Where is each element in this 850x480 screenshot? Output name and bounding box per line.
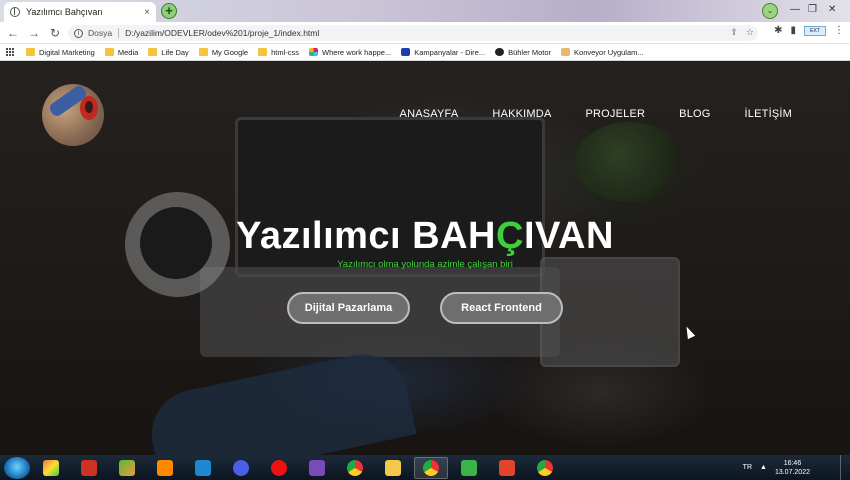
- bookmark-item[interactable]: Digital Marketing: [26, 48, 95, 57]
- restore-button[interactable]: ❐: [808, 4, 817, 15]
- bookmark-item[interactable]: Where work happe...: [309, 48, 391, 57]
- folder-icon: [258, 48, 268, 56]
- slack-icon: [309, 48, 319, 56]
- bookmark-item[interactable]: Media: [104, 48, 138, 57]
- reload-button[interactable]: ↻: [47, 25, 63, 41]
- extensions-icon[interactable]: ✱: [774, 25, 782, 36]
- taskbar-app-git-icon[interactable]: [110, 457, 144, 479]
- taskbar-app-c-icon[interactable]: [224, 457, 258, 479]
- folder-icon: [26, 48, 35, 56]
- url-text[interactable]: D:/yazilim/ODEVLER/odev%201/proje_1/inde…: [125, 28, 319, 38]
- taskbar-app-chrome-icon[interactable]: [528, 457, 562, 479]
- clock-time: 16:46: [783, 459, 802, 467]
- browser-toolbar: ← → ↻ i Dosya D:/yazilim/ODEVLER/odev%20…: [0, 22, 850, 44]
- url-scheme-label: Dosya: [88, 28, 113, 38]
- taskbar-app-chrome-icon[interactable]: [338, 457, 372, 479]
- site-nav: ANASAYFA HAKKIMDA PROJELER BLOG İLETİŞİM: [400, 108, 792, 120]
- divider: [118, 28, 120, 38]
- start-button-icon[interactable]: [4, 456, 30, 479]
- tab-close-button[interactable]: ×: [144, 7, 150, 18]
- react-frontend-button[interactable]: React Frontend: [440, 292, 563, 324]
- hero-title-part: Yazılımcı BAH: [236, 215, 496, 257]
- taskbar-app-sublime-icon[interactable]: [148, 457, 182, 479]
- nav-blog[interactable]: BLOG: [679, 108, 710, 120]
- taskbar-app-opera-icon[interactable]: [262, 457, 296, 479]
- site-icon: [561, 48, 571, 56]
- nav-anasayfa[interactable]: ANASAYFA: [400, 108, 459, 120]
- extension-badge-icon[interactable]: EXT: [804, 25, 826, 36]
- address-bar[interactable]: i Dosya D:/yazilim/ODEVLER/odev%201/proj…: [68, 25, 758, 41]
- browser-titlebar: Yazılımcı Bahçıvan × + ⌄ — ❐ ✕: [0, 0, 850, 22]
- taskbar-app-camtasia-red-icon[interactable]: [490, 457, 524, 479]
- close-window-button[interactable]: ✕: [828, 4, 836, 15]
- taskbar-app-vscode-icon[interactable]: [186, 457, 220, 479]
- show-desktop-button[interactable]: [840, 455, 850, 480]
- logo-shape: [85, 101, 93, 113]
- clock[interactable]: 16:46 13.07.2022: [775, 459, 810, 477]
- taskbar-app-paint-icon[interactable]: [34, 457, 68, 479]
- bookmark-star-icon[interactable]: ☆: [746, 27, 754, 38]
- folder-icon: [148, 48, 158, 56]
- taskbar-app-filezilla-icon[interactable]: [72, 457, 106, 479]
- tab-title: Yazılımcı Bahçıvan: [26, 7, 103, 17]
- back-button[interactable]: ←: [5, 25, 21, 41]
- globe-icon: [495, 48, 505, 56]
- info-icon[interactable]: i: [74, 28, 83, 38]
- apps-icon[interactable]: [6, 48, 14, 56]
- bookmarks-bar: Digital Marketing Media Life Day My Goog…: [0, 44, 850, 61]
- tray-expand-icon[interactable]: ▲: [760, 464, 767, 471]
- nav-projeler[interactable]: PROJELER: [585, 108, 645, 120]
- bookmark-item[interactable]: html-css: [258, 48, 299, 57]
- hero-subtitle: Yazılımcı olma yolunda azimle çalışan bi…: [337, 259, 513, 270]
- web-page: ANASAYFA HAKKIMDA PROJELER BLOG İLETİŞİM…: [0, 62, 850, 455]
- clock-date: 13.07.2022: [774, 468, 810, 476]
- windows-taskbar: TR ▲ 16:46 13.07.2022: [0, 455, 850, 480]
- language-indicator[interactable]: TR: [743, 464, 752, 471]
- bookmark-item[interactable]: Life Day: [148, 48, 189, 57]
- bookmark-item[interactable]: Bühler Motor: [495, 48, 551, 57]
- tab-search-icon[interactable]: ⌄: [762, 3, 778, 19]
- site-logo[interactable]: [42, 84, 104, 146]
- nav-hakkimda[interactable]: HAKKIMDA: [492, 108, 551, 120]
- minimize-button[interactable]: —: [790, 4, 800, 15]
- nav-iletisim[interactable]: İLETİŞİM: [745, 108, 792, 120]
- taskbar-app-visualstudio-icon[interactable]: [300, 457, 334, 479]
- dijital-pazarlama-button[interactable]: Dijital Pazarlama: [287, 292, 410, 324]
- menu-kebab-icon[interactable]: ⋮: [834, 25, 844, 36]
- taskbar-app-camtasia-green-icon[interactable]: [452, 457, 486, 479]
- bookmark-item[interactable]: My Google: [198, 48, 248, 57]
- sidebar-icon[interactable]: ▮: [790, 25, 796, 36]
- globe-icon: [10, 7, 20, 17]
- hero-title: Yazılımcı BAHÇIVAN: [0, 217, 850, 255]
- hero-title-part: IVAN: [523, 215, 614, 257]
- bookmark-item[interactable]: Konveyor Uygulam...: [561, 48, 644, 57]
- forward-button[interactable]: →: [26, 25, 42, 41]
- new-tab-button[interactable]: +: [161, 3, 177, 19]
- system-tray: TR ▲ 16:46 13.07.2022: [743, 455, 850, 480]
- bookmark-item[interactable]: Kampanyalar - Dire...: [401, 48, 485, 57]
- hero-buttons: Dijital Pazarlama React Frontend: [287, 292, 563, 324]
- folder-icon: [198, 48, 208, 56]
- taskbar-app-explorer-icon[interactable]: [376, 457, 410, 479]
- browser-tab[interactable]: Yazılımcı Bahçıvan ×: [4, 2, 156, 22]
- hero-title-accent: Ç: [496, 215, 524, 257]
- hero: Yazılımcı BAHÇIVAN Yazılımcı olma yolund…: [0, 217, 850, 270]
- folder-icon: [104, 48, 114, 56]
- taskbar-app-chrome-icon[interactable]: [414, 456, 448, 479]
- site-icon: [401, 48, 411, 56]
- share-icon[interactable]: ⇪: [730, 27, 738, 38]
